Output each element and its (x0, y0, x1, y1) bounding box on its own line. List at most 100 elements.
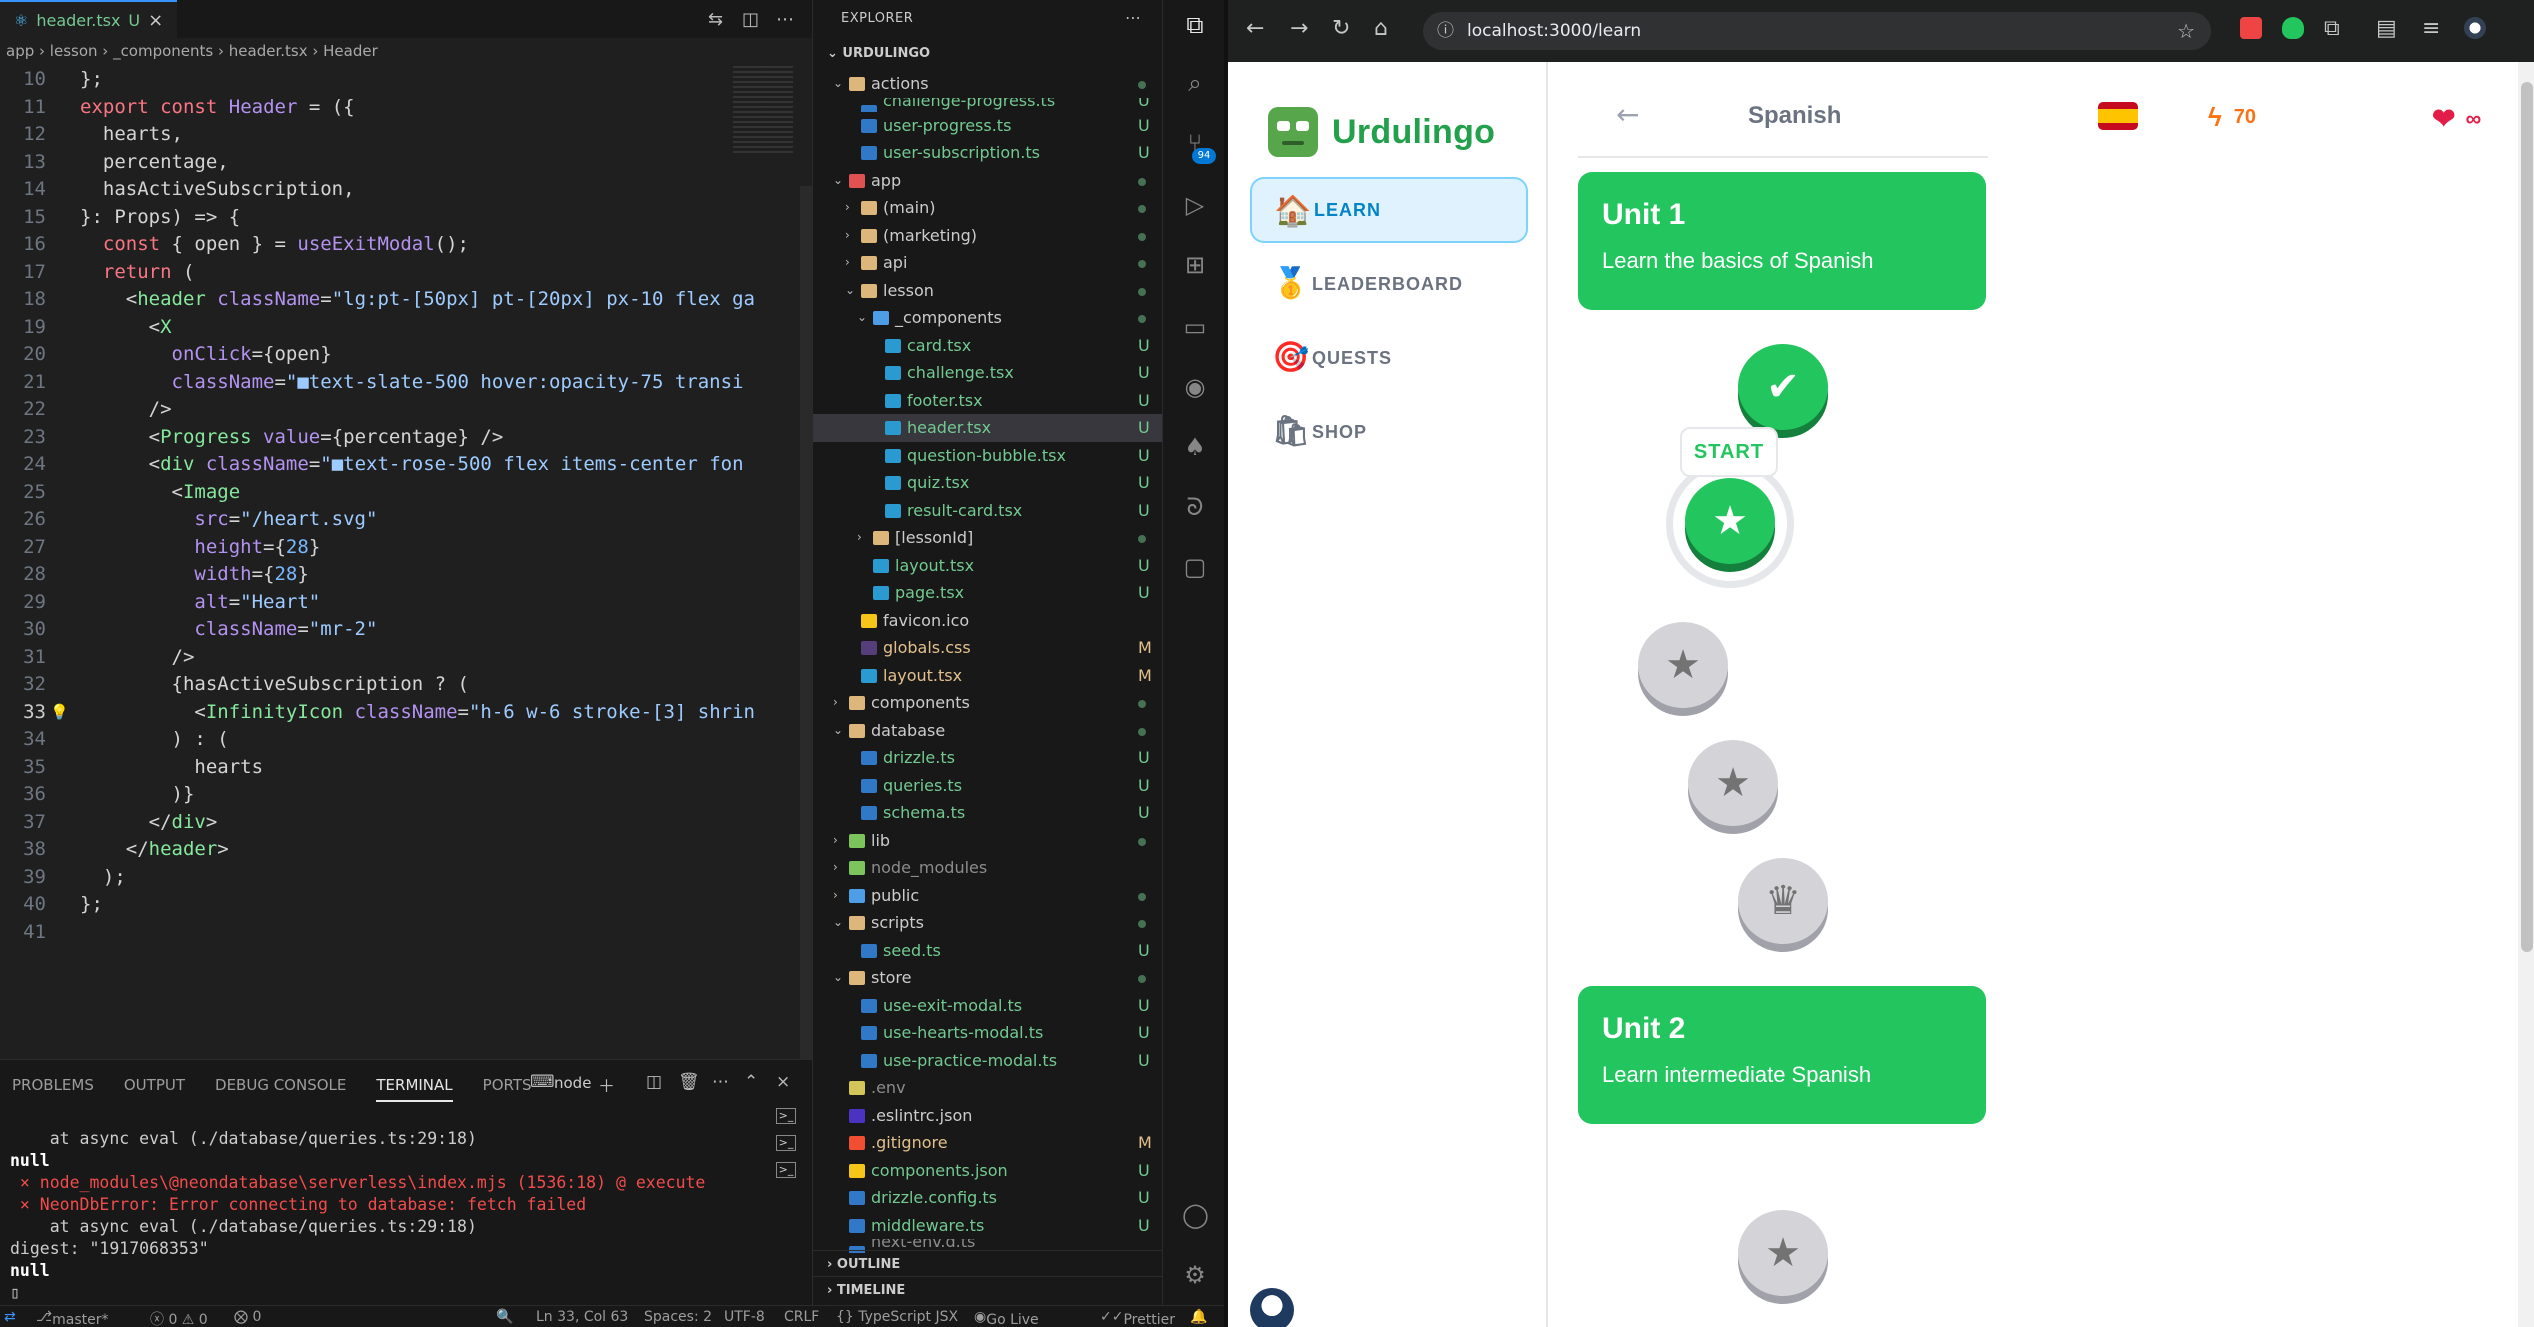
compare-icon[interactable]: ⇆ (708, 9, 723, 30)
tree-file[interactable]: card.tsx U (813, 332, 1163, 360)
minimap[interactable] (733, 66, 793, 156)
breadcrumb-item[interactable]: _components (113, 42, 213, 60)
lesson-locked-button[interactable]: ★ (1638, 622, 1728, 708)
outline-section[interactable]: › OUTLINE (813, 1250, 1163, 1276)
code-line[interactable]: 10}; (0, 66, 800, 94)
tree-file[interactable]: use-exit-modal.ts U (813, 992, 1163, 1020)
code-line[interactable]: 37 </div> (0, 809, 800, 837)
zoom-icon[interactable]: 🔍 (496, 1309, 513, 1325)
tree-file[interactable]: queries.ts U (813, 772, 1163, 800)
code-line[interactable]: 35 hearts (0, 754, 800, 782)
tree-folder[interactable]: ⌄ actions (813, 70, 1163, 98)
search-icon[interactable]: ⌕ (1182, 70, 1208, 96)
tree-folder[interactable]: › (marketing) (813, 222, 1163, 250)
cursor-position[interactable]: Ln 33, Col 63 (536, 1309, 628, 1325)
extension-icon[interactable] (2240, 17, 2262, 39)
home-icon[interactable]: ⌂ (1374, 16, 1388, 41)
code-line[interactable]: 40}; (0, 891, 800, 919)
encoding[interactable]: UTF-8 (724, 1309, 765, 1325)
lesson-completed-button[interactable]: ✔ (1738, 344, 1828, 430)
account-icon[interactable]: ◯ (1182, 1202, 1209, 1228)
page-scrollbar[interactable] (2518, 62, 2534, 1327)
new-terminal-icon[interactable]: ＋ (598, 1072, 615, 1097)
tree-file[interactable]: user-progress.ts U (813, 112, 1163, 140)
lesson-current-button[interactable]: ★ (1685, 478, 1775, 564)
chevron-up-icon[interactable]: ⌃ (744, 1072, 758, 1092)
tree-file[interactable]: components.json U (813, 1157, 1163, 1185)
tree-folder[interactable]: › api (813, 249, 1163, 277)
app-logo[interactable]: Urdulingo (1268, 107, 1495, 157)
tree-file[interactable]: header.tsx U (813, 414, 1163, 442)
tree-file[interactable]: layout.tsx U (813, 552, 1163, 580)
code-line[interactable]: 36 )} (0, 781, 800, 809)
ports-status[interactable]: ⨂ 0 (234, 1309, 261, 1325)
panel-tab-terminal[interactable]: TERMINAL (376, 1076, 453, 1102)
back-arrow-icon[interactable]: ← (1246, 16, 1264, 41)
code-lines[interactable]: 10}; 11 export const Header = ({12 hearts,… (0, 66, 800, 946)
tree-file[interactable]: layout.tsx M (813, 662, 1163, 690)
timeline-section[interactable]: › TIMELINE (813, 1276, 1163, 1304)
code-line[interactable]: 12 hearts, (0, 121, 800, 149)
terminal-cursor[interactable]: ▯ (10, 1282, 705, 1304)
tab-header-tsx[interactable]: ⚛ header.tsx U × (0, 0, 178, 38)
terminal-output[interactable]: at async eval (./database/queries.ts:29:… (10, 1128, 705, 1304)
panel-tab-output[interactable]: OUTPUT (124, 1076, 185, 1102)
reload-icon[interactable]: ↻ (1332, 16, 1350, 41)
tree-file[interactable]: schema.ts U (813, 799, 1163, 827)
tree-folder[interactable]: ⌄ lesson (813, 277, 1163, 305)
terminal-instance-icon[interactable]: >_ (776, 1162, 796, 1178)
spain-flag-icon[interactable] (2098, 102, 2138, 130)
tree-folder[interactable]: ⌄ store (813, 964, 1163, 992)
tree-folder[interactable]: › components (813, 689, 1163, 717)
more-actions-icon[interactable]: ⋯ (776, 9, 794, 30)
reading-list-icon[interactable]: ▤ (2376, 16, 2397, 41)
code-line[interactable]: 13 percentage, (0, 149, 800, 177)
run-debug-icon[interactable]: ▷ (1182, 192, 1208, 218)
code-line[interactable]: 23 <Progress value={percentage} /> (0, 424, 800, 452)
tree-file[interactable]: seed.ts U (813, 937, 1163, 965)
user-avatar[interactable] (1250, 1288, 1294, 1327)
tree-file[interactable]: question-bubble.tsx U (813, 442, 1163, 470)
code-line[interactable]: 27 height={28} (0, 534, 800, 562)
tree-file[interactable]: result-card.tsx U (813, 497, 1163, 525)
trash-icon[interactable]: 🗑 (678, 1072, 700, 1092)
sidebar-item-leaderboard[interactable]: 🥇 LEADERBOARD (1250, 251, 1528, 317)
close-panel-icon[interactable]: × (776, 1072, 790, 1092)
remote-explorer-icon[interactable]: ▭ (1182, 314, 1208, 340)
tree-file[interactable]: use-practice-modal.ts U (813, 1047, 1163, 1075)
settings-gear-icon[interactable]: ⚙ (1182, 1262, 1208, 1288)
extensions-icon[interactable]: ⊞ (1182, 252, 1208, 278)
tree-file[interactable]: footer.tsx U (813, 387, 1163, 415)
tree-file[interactable]: .env (813, 1074, 1163, 1102)
lightbulb-icon[interactable]: 💡 (50, 699, 69, 727)
code-line[interactable]: 38 </header> (0, 836, 800, 864)
code-line[interactable]: 29 alt="Heart" (0, 589, 800, 617)
code-line[interactable]: 26 src="/heart.svg" (0, 506, 800, 534)
media-icon[interactable]: ≡ (2422, 16, 2440, 41)
code-line[interactable]: 34 ) : ( (0, 726, 800, 754)
tree-folder[interactable]: › lib (813, 827, 1163, 855)
tree-file[interactable]: challenge-progress.ts U (813, 98, 1163, 112)
code-line[interactable]: 18 <header className="lg:pt-[50px] pt-[2… (0, 286, 800, 314)
code-line[interactable]: 11 export const Header = ({ (0, 94, 800, 122)
code-line[interactable]: 32 {hasActiveSubscription ? ( (0, 671, 800, 699)
panel-tab-ports[interactable]: PORTS (483, 1076, 532, 1102)
code-line[interactable]: 15}: Props) => { (0, 204, 800, 232)
split-terminal-icon[interactable]: ◫ (646, 1072, 662, 1092)
code-line[interactable]: 22 /> (0, 396, 800, 424)
code-line[interactable]: 33 <InfinityIcon className="h-6 w-6 stro… (0, 699, 800, 727)
code-line[interactable]: 19 <X (0, 314, 800, 342)
terminal-instance-icon[interactable]: >_ (776, 1108, 796, 1124)
address-bar[interactable]: ⓘ localhost:3000/learn ☆ (1423, 12, 2211, 50)
lesson-locked-button[interactable]: ★ (1688, 740, 1778, 826)
more-icon[interactable]: ⋯ (712, 1072, 729, 1092)
problems-status[interactable]: ⓧ 0 ⚠ 0 (150, 1309, 208, 1327)
tree-file[interactable]: favicon.ico (813, 607, 1163, 635)
eol[interactable]: CRLF (784, 1309, 819, 1325)
code-line[interactable]: 14 hasActiveSubscription, (0, 176, 800, 204)
tree-folder[interactable]: ⌄ _components (813, 304, 1163, 332)
prettier[interactable]: ✓✓ Prettier (1100, 1309, 1175, 1327)
explorer-icon[interactable]: ⧉ (1182, 12, 1208, 38)
code-editor[interactable]: ⚛ header.tsx U × ⇆ ◫ ⋯ app › lesson › _c… (0, 0, 812, 1059)
sidebar-item-learn[interactable]: 🏠 LEARN (1250, 177, 1528, 243)
